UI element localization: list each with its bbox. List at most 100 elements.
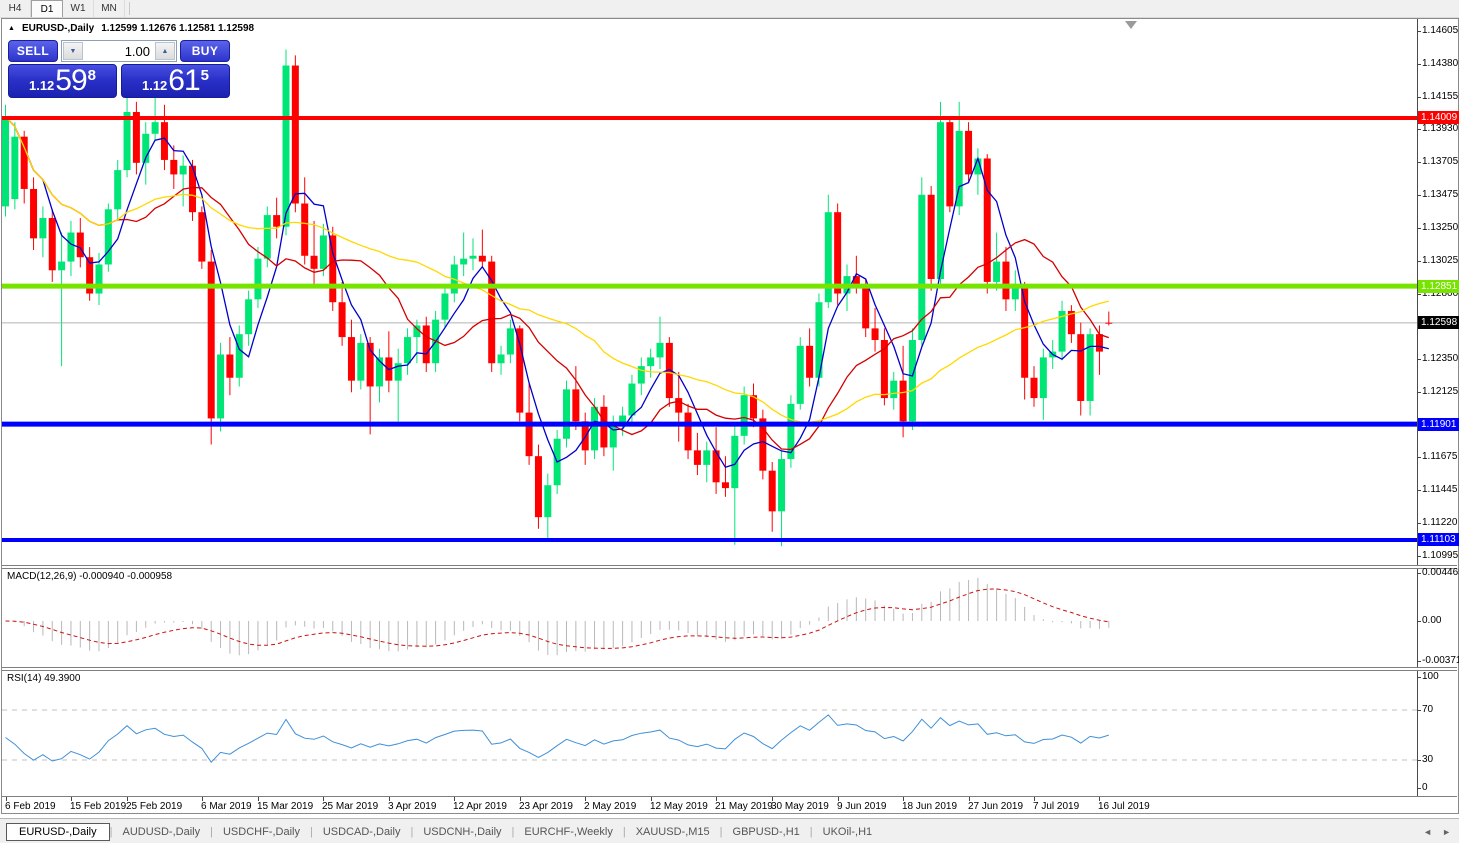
ohlc-readout: 1.12599 1.12676 1.12581 1.12598 (101, 23, 254, 34)
x-axis-date-label: 30 May 2019 (771, 801, 829, 812)
candle-body (900, 381, 907, 422)
candle-body (806, 346, 813, 378)
candle-body (890, 381, 897, 398)
candle-body (11, 137, 18, 199)
rsi-line (6, 715, 1109, 762)
candle-body (862, 285, 869, 329)
volume-increase-icon[interactable]: ▲ (155, 42, 175, 60)
level-price-label: 1.11901 (1418, 418, 1459, 431)
candle-body (909, 340, 916, 421)
chart-tab-eurchf-weekly[interactable]: EURCHF-,Weekly (514, 824, 622, 840)
buy-button[interactable]: BUY (180, 40, 230, 62)
bid-price-big: 59 (55, 66, 86, 96)
x-axis-date-label: 15 Feb 2019 (70, 801, 126, 812)
chart-tab-gbpusd-h1[interactable]: GBPUSD-,H1 (723, 824, 810, 840)
candle-body (722, 482, 729, 488)
macd-axis-label: -0.003715 (1422, 655, 1459, 666)
candle-body (273, 215, 280, 227)
volume-stepper: ▼ 1.00 ▲ (61, 40, 177, 62)
candle-body (357, 343, 364, 381)
symbol-title: EURUSD-,Daily (22, 23, 94, 34)
y-axis-tick-mark (1417, 162, 1421, 163)
y-axis-tick-label: 1.13025 (1422, 255, 1458, 266)
candle-body (1040, 357, 1047, 398)
bid-price-pip: 8 (88, 67, 96, 84)
y-axis-tick-mark (1417, 129, 1421, 130)
candle-body (2, 116, 9, 206)
ask-price-display[interactable]: 1.12 61 5 (121, 64, 230, 98)
x-axis-date-label: 6 Feb 2019 (5, 801, 56, 812)
candle-body (535, 456, 542, 517)
candle-body (694, 450, 701, 465)
volume-decrease-icon[interactable]: ▼ (63, 42, 83, 60)
candle-body (647, 357, 654, 366)
candle-body (787, 404, 794, 459)
macd-axis-tick-mark (1417, 621, 1421, 622)
collapse-panel-icon[interactable]: ▲ (8, 25, 15, 32)
candle-body (946, 122, 953, 206)
chart-tab-usdcad-daily[interactable]: USDCAD-,Daily (313, 824, 411, 840)
macd-axis-tick-mark (1417, 661, 1421, 662)
candle-body (217, 355, 224, 419)
y-axis-tick-mark (1417, 64, 1421, 65)
y-axis-tick-label: 1.12125 (1422, 386, 1458, 397)
tab-scroll-left-icon[interactable]: ◄ (1423, 827, 1432, 837)
sell-button[interactable]: SELL (8, 40, 58, 62)
candle-body (731, 436, 738, 488)
chart-tab-ukoil-h1[interactable]: UKOil-,H1 (813, 824, 883, 840)
candle-body (311, 256, 318, 269)
x-axis-date-label: 18 Jun 2019 (902, 801, 957, 812)
rsi-axis-tick-mark (1417, 760, 1421, 761)
chart-tab-eurusd-daily[interactable]: EURUSD-,Daily (6, 823, 110, 841)
rsi-axis-tick-mark (1417, 710, 1421, 711)
macd-axis-label: 0.00 (1422, 615, 1441, 626)
chart-tab-xauusd-m15[interactable]: XAUUSD-,M15 (626, 824, 720, 840)
y-axis-tick-mark (1417, 195, 1421, 196)
candle-body (30, 189, 37, 238)
x-axis-date-label: 12 May 2019 (650, 801, 708, 812)
candle-body (657, 343, 664, 358)
y-axis-tick-mark (1417, 31, 1421, 32)
rsi-pane-divider[interactable] (2, 667, 1457, 671)
x-axis-date-label: 6 Mar 2019 (201, 801, 252, 812)
y-axis-tick-mark (1417, 228, 1421, 229)
x-axis-date-label: 9 Jun 2019 (837, 801, 887, 812)
chart-tab-usdcnh-daily[interactable]: USDCNH-,Daily (413, 824, 511, 840)
candle-body (39, 218, 46, 238)
candle-body (460, 259, 467, 265)
macd-pane (6, 578, 1109, 655)
scroll-to-end-icon[interactable] (1125, 21, 1137, 29)
mt4-window: H4D1W1MN ▲ EURUSD-,Daily 1.12599 1.12676… (0, 0, 1459, 843)
y-axis-tick-mark (1417, 294, 1421, 295)
rsi-pane (2, 710, 1417, 762)
chart-tab-usdchf-daily[interactable]: USDCHF-,Daily (213, 824, 310, 840)
candle-body (320, 235, 327, 268)
y-axis-tick-label: 1.11675 (1422, 451, 1457, 462)
candle-body (152, 122, 159, 134)
candle-body (124, 112, 131, 170)
candle-body (965, 131, 972, 175)
candle-body (937, 122, 944, 279)
ask-price-prefix: 1.12 (142, 78, 167, 93)
x-axis-date-label: 3 Apr 2019 (388, 801, 436, 812)
rsi-axis-tick-mark (1417, 788, 1421, 789)
bid-price-display[interactable]: 1.12 59 8 (8, 64, 117, 98)
y-axis-tick-label: 1.11445 (1422, 484, 1457, 495)
candle-body (1105, 323, 1112, 324)
candle-body (1002, 262, 1009, 300)
current-price-label: 1.12598 (1418, 316, 1459, 329)
candle-body (283, 66, 290, 227)
chart-tab-audusd-daily[interactable]: AUDUSD-,Daily (112, 824, 210, 840)
y-axis-tick-mark (1417, 457, 1421, 458)
x-axis-date-label: 2 May 2019 (584, 801, 636, 812)
x-axis-date-label: 12 Apr 2019 (453, 801, 507, 812)
tab-scroll-right-icon[interactable]: ► (1442, 827, 1451, 837)
candle-body (114, 170, 121, 209)
candle-body (67, 233, 74, 262)
volume-input[interactable]: 1.00 (84, 41, 154, 61)
candle-body (769, 471, 776, 512)
candle-body (872, 328, 879, 340)
macd-pane-divider[interactable] (2, 565, 1457, 569)
candle-body (675, 398, 682, 413)
x-axis-date-label: 15 Mar 2019 (257, 801, 313, 812)
